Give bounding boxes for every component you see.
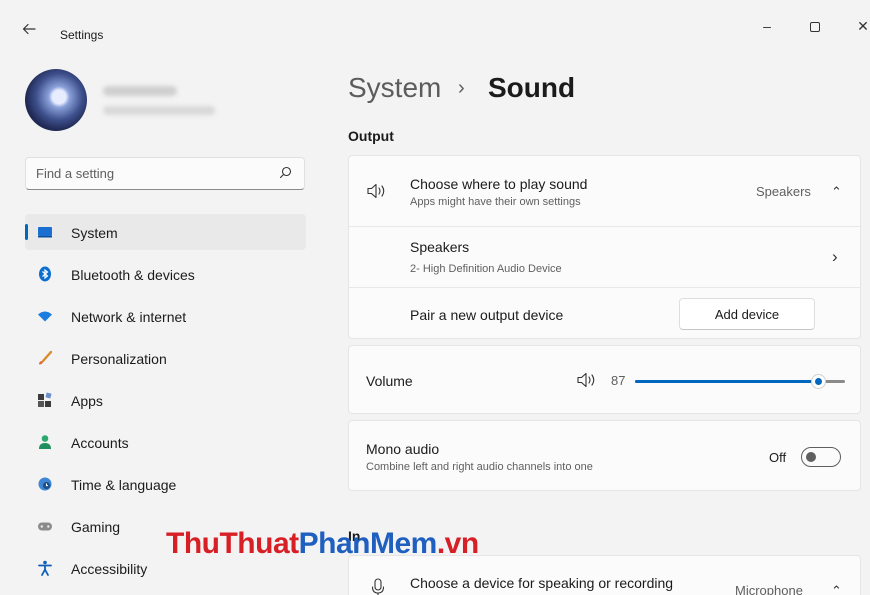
sidebar-item-label: Bluetooth & devices: [71, 267, 195, 283]
title-bar: Settings – ✕: [0, 0, 870, 42]
sidebar-item-label: Accessibility: [71, 561, 148, 577]
active-indicator: [25, 224, 28, 240]
accessibility-icon: [38, 560, 52, 576]
chevron-right-icon[interactable]: ›: [832, 247, 838, 267]
choose-output-title: Choose where to play sound: [410, 176, 588, 192]
page-title: Sound: [488, 72, 576, 103]
mono-audio-toggle[interactable]: [801, 447, 841, 467]
apps-icon: [38, 392, 52, 407]
wifi-icon: [38, 311, 52, 322]
mono-audio-subtitle: Combine left and right audio channels in…: [366, 461, 593, 473]
watermark-part: .vn: [436, 527, 479, 560]
maximize-button[interactable]: [800, 12, 830, 40]
volume-value: 87: [611, 373, 626, 388]
choose-input-row[interactable]: Choose a device for speaking or recordin…: [349, 556, 860, 595]
sidebar-item-label: Network & internet: [71, 309, 187, 325]
output-device-title: Speakers: [410, 239, 470, 255]
volume-speaker-icon[interactable]: [577, 372, 597, 388]
input-card: Choose a device for speaking or recordin…: [348, 555, 861, 595]
microphone-icon: [371, 578, 385, 595]
sidebar-item-label: System: [71, 225, 118, 241]
sidebar-item-label: Gaming: [71, 519, 121, 535]
add-device-button[interactable]: Add device: [679, 298, 815, 330]
back-button[interactable]: [22, 22, 44, 44]
search-input[interactable]: [26, 158, 266, 189]
app-title: Settings: [60, 28, 104, 42]
chevron-up-icon[interactable]: ⌃: [831, 583, 842, 595]
sidebar-item-personalization[interactable]: Personalization: [25, 340, 306, 376]
speaker-icon: [367, 183, 385, 199]
gamepad-icon: [38, 522, 52, 531]
monitor-icon: [38, 227, 52, 238]
volume-slider-fill: [635, 380, 818, 383]
divider: [349, 287, 860, 288]
watermark-part: PhanMem: [298, 527, 438, 560]
output-device-row[interactable]: Speakers 2- High Definition Audio Device…: [349, 227, 860, 287]
watermark-logo: ThuThuatPhanMem.vn: [166, 527, 479, 561]
maximize-icon: [810, 22, 820, 33]
selected-input-value: Microphone: [735, 583, 803, 595]
back-arrow-icon: [22, 23, 36, 35]
volume-slider-thumb[interactable]: [810, 374, 826, 389]
mono-audio-card: Mono audio Combine left and right audio …: [348, 420, 861, 491]
chevron-up-icon[interactable]: ⌃: [831, 184, 842, 200]
sidebar-item-network[interactable]: Network & internet: [25, 298, 306, 334]
sidebar-item-label: Apps: [71, 393, 103, 409]
sidebar-item-system[interactable]: System: [25, 214, 306, 250]
pair-device-label: Pair a new output device: [410, 307, 564, 323]
sidebar-item-time-language[interactable]: Time & language: [25, 466, 306, 502]
mono-audio-title: Mono audio: [366, 441, 440, 457]
mono-audio-state: Off: [769, 450, 787, 465]
search-icon[interactable]: [279, 166, 292, 182]
volume-label: Volume: [366, 373, 413, 389]
volume-card: Volume 87: [348, 345, 861, 414]
search-box: [25, 157, 305, 190]
minimize-button[interactable]: –: [752, 12, 782, 40]
brush-icon: [39, 350, 53, 365]
globe-clock-icon: [38, 477, 52, 491]
close-button[interactable]: ✕: [848, 12, 870, 40]
breadcrumb-separator: ›: [458, 77, 465, 99]
breadcrumb-parent[interactable]: System: [348, 72, 441, 104]
sidebar-item-label: Personalization: [71, 351, 167, 367]
output-card: Choose where to play sound Apps might ha…: [348, 155, 861, 339]
volume-slider[interactable]: [635, 374, 845, 389]
output-device-subtitle: 2- High Definition Audio Device: [410, 263, 562, 275]
toggle-knob: [806, 452, 816, 462]
choose-input-title: Choose a device for speaking or recordin…: [410, 575, 674, 591]
sidebar-item-apps[interactable]: Apps: [25, 382, 306, 418]
choose-output-subtitle: Apps might have their own settings: [410, 196, 581, 208]
user-email-blurred: [103, 106, 215, 115]
sidebar-item-accounts[interactable]: Accounts: [25, 424, 306, 460]
output-section-title: Output: [348, 128, 394, 144]
watermark-part: ThuThuat: [166, 527, 299, 560]
settings-window: Settings – ✕ System Bluetooth & devices …: [0, 0, 870, 595]
sidebar-item-label: Accounts: [71, 435, 129, 451]
sidebar-item-bluetooth[interactable]: Bluetooth & devices: [25, 256, 306, 292]
selected-output-value: Speakers: [756, 184, 811, 199]
avatar[interactable]: [25, 69, 87, 131]
person-icon: [39, 435, 51, 449]
choose-output-row[interactable]: Choose where to play sound Apps might ha…: [349, 156, 860, 226]
bluetooth-icon: [39, 266, 51, 282]
sidebar-item-label: Time & language: [71, 477, 177, 493]
user-name-blurred: [103, 86, 177, 96]
